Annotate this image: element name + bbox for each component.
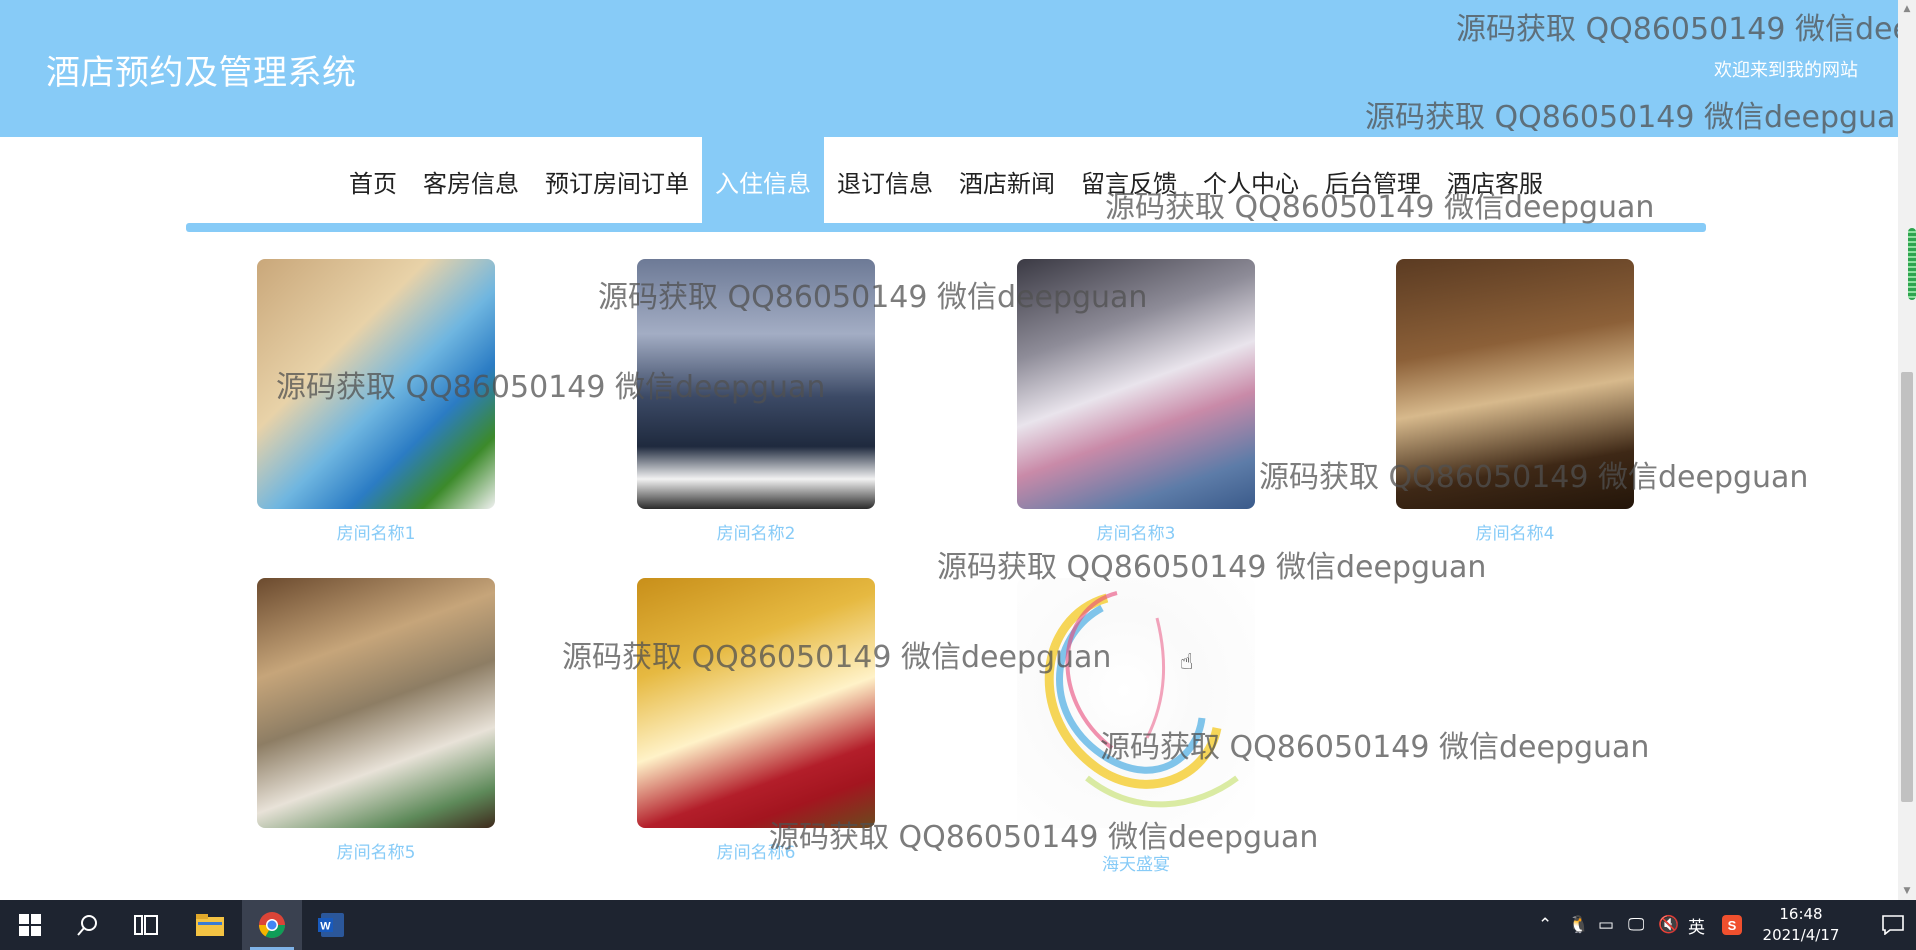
show-hidden-icons-icon[interactable]: ⌃	[1538, 900, 1552, 950]
task-view-icon[interactable]	[116, 900, 176, 950]
nav-item-admin[interactable]: 后台管理	[1312, 137, 1434, 225]
nav-item-checkin[interactable]: 入住信息	[702, 137, 824, 225]
side-widget-indicator[interactable]	[1908, 228, 1916, 300]
room-photo[interactable]	[637, 578, 875, 828]
chrome-icon[interactable]	[242, 900, 302, 950]
scroll-thumb[interactable]	[1901, 372, 1913, 802]
nav-item-profile[interactable]: 个人中心	[1190, 137, 1312, 225]
main-nav: 首页 客房信息 预订房间订单 入住信息 退订信息 酒店新闻 留言反馈 个人中心 …	[186, 137, 1706, 233]
nav-items: 首页 客房信息 预订房间订单 入住信息 退订信息 酒店新闻 留言反馈 个人中心 …	[186, 137, 1706, 225]
qq-tray-icon[interactable]: 🐧	[1568, 900, 1589, 950]
windows-taskbar: W ⌃ 🐧 ▭ 🖵 🔇 英 S 16:48 2021/4/17	[0, 900, 1916, 950]
room-photo[interactable]	[1017, 578, 1255, 828]
clock-time: 16:48	[1779, 905, 1823, 923]
clock-date: 2021/4/17	[1762, 926, 1840, 944]
nav-item-cancellation[interactable]: 退订信息	[824, 137, 946, 225]
sogou-ime-icon[interactable]: S	[1722, 900, 1742, 950]
room-name[interactable]: 房间名称3	[1017, 519, 1255, 544]
room-card[interactable]: 海天盛宴	[1017, 578, 1255, 875]
svg-text:S: S	[1728, 918, 1737, 933]
room-card[interactable]: 房间名称4	[1396, 259, 1634, 544]
room-photo[interactable]	[1017, 259, 1255, 509]
nav-item-home[interactable]: 首页	[336, 137, 410, 225]
windows-start-icon[interactable]	[0, 900, 60, 950]
room-card[interactable]: 房间名称5	[257, 578, 495, 863]
search-icon[interactable]	[58, 900, 118, 950]
svg-text:W: W	[320, 921, 331, 933]
nav-underline-bar	[186, 223, 1706, 232]
network-icon[interactable]: 🖵	[1628, 900, 1644, 950]
room-card[interactable]: 房间名称3	[1017, 259, 1255, 544]
nav-item-service[interactable]: 酒店客服	[1434, 137, 1556, 225]
abstract-swirl-graphic	[1044, 591, 1239, 808]
word-icon[interactable]: W	[302, 900, 362, 950]
room-name[interactable]: 房间名称1	[257, 519, 495, 544]
site-title[interactable]: 酒店预约及管理系统	[46, 45, 357, 94]
page-scrollbar[interactable]: ▲ ▼	[1898, 0, 1916, 900]
scroll-down-arrow-icon[interactable]: ▼	[1898, 882, 1916, 900]
taskbar-clock[interactable]: 16:48 2021/4/17	[1746, 904, 1856, 946]
ime-indicator[interactable]: 英	[1688, 900, 1705, 950]
room-photo[interactable]	[257, 259, 495, 509]
room-photo[interactable]	[1396, 259, 1634, 509]
room-photo[interactable]	[257, 578, 495, 828]
nav-item-feedback[interactable]: 留言反馈	[1068, 137, 1190, 225]
room-name[interactable]: 房间名称5	[257, 838, 495, 863]
battery-icon[interactable]: ▭	[1598, 900, 1614, 950]
hand-cursor-icon: ☝	[1180, 650, 1194, 675]
notification-center-icon[interactable]	[1882, 900, 1904, 950]
room-card[interactable]: 房间名称1	[257, 259, 495, 544]
scroll-up-arrow-icon[interactable]: ▲	[1898, 0, 1916, 18]
file-explorer-icon[interactable]	[180, 900, 240, 950]
room-card[interactable]: 房间名称6	[637, 578, 875, 863]
room-name[interactable]: 房间名称2	[637, 519, 875, 544]
site-header: 酒店预约及管理系统 欢迎来到我的网站	[0, 0, 1898, 137]
room-photo[interactable]	[637, 259, 875, 509]
room-name[interactable]: 海天盛宴	[1017, 850, 1255, 875]
room-name[interactable]: 房间名称6	[637, 838, 875, 863]
volume-muted-icon[interactable]: 🔇	[1658, 900, 1679, 950]
room-card[interactable]: 房间名称2	[637, 259, 875, 544]
welcome-text: 欢迎来到我的网站	[1714, 60, 1858, 81]
nav-item-news[interactable]: 酒店新闻	[946, 137, 1068, 225]
room-name[interactable]: 房间名称4	[1396, 519, 1634, 544]
browser-viewport: 酒店预约及管理系统 欢迎来到我的网站 首页 客房信息 预订房间订单 入住信息 退…	[0, 0, 1916, 950]
nav-item-booking-orders[interactable]: 预订房间订单	[532, 137, 702, 225]
nav-item-rooms[interactable]: 客房信息	[410, 137, 532, 225]
